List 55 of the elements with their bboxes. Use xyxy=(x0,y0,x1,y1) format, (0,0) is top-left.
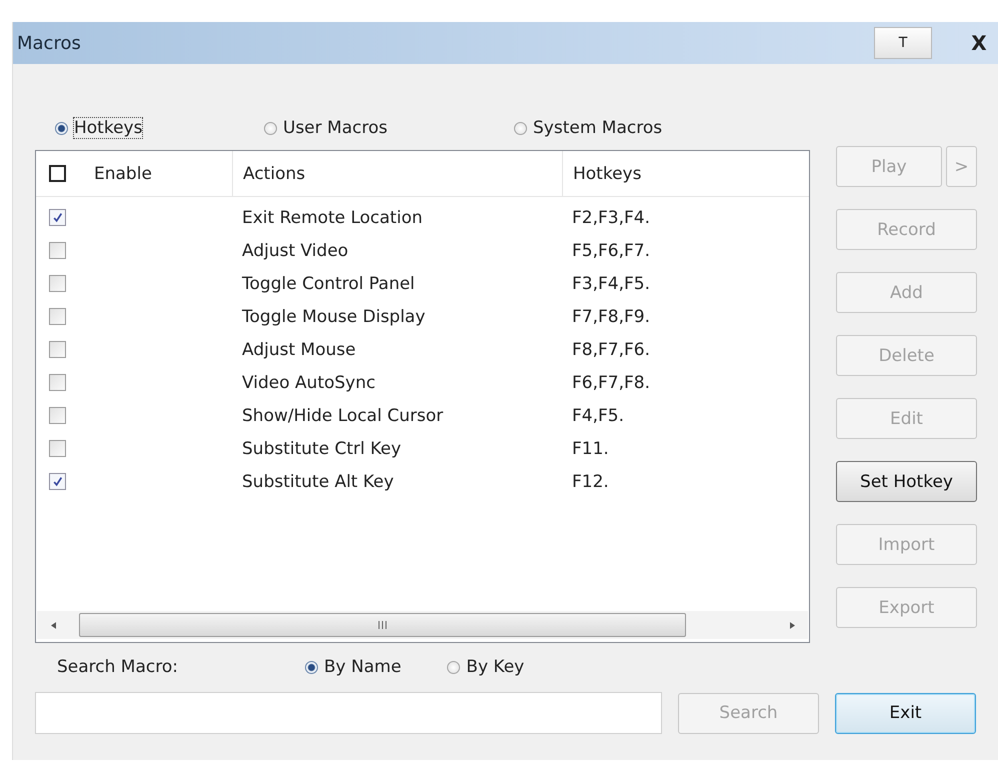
grip-icon xyxy=(378,621,387,629)
table-cell: F8,F7,F6. xyxy=(572,340,650,360)
table-cell: Substitute Ctrl Key xyxy=(242,438,402,458)
checkbox[interactable] xyxy=(49,209,66,226)
checkmark-icon xyxy=(52,212,63,223)
radio-button[interactable] xyxy=(305,660,318,674)
close-button[interactable]: X xyxy=(966,27,992,59)
horizontal-scrollbar[interactable] xyxy=(37,611,808,639)
radio-option[interactable]: Hotkeys xyxy=(55,118,264,138)
table-cell: Exit Remote Location xyxy=(242,208,422,228)
column-header: Hotkeys xyxy=(573,164,642,184)
checkbox[interactable] xyxy=(49,308,66,325)
pin-button[interactable]: T xyxy=(874,27,932,59)
table-cell: F4,F5. xyxy=(572,406,624,426)
column-header: Actions xyxy=(243,164,306,184)
table-cell: Adjust Video xyxy=(242,240,348,260)
table-cell: F12. xyxy=(572,472,609,492)
table-cell: Toggle Control Panel xyxy=(242,274,415,294)
table-cell: F5,F6,F7. xyxy=(572,240,650,260)
checkbox[interactable] xyxy=(49,473,66,490)
table-cell: Toggle Mouse Display xyxy=(242,306,426,326)
search-label: Search Macro: xyxy=(57,657,179,677)
radio-button[interactable] xyxy=(264,122,277,134)
table-cell: F7,F8,F9. xyxy=(572,306,650,326)
table-cell: Video AutoSync xyxy=(242,372,376,392)
radio-button[interactable] xyxy=(55,122,68,134)
radio-option[interactable]: System Macros xyxy=(514,118,662,138)
table-cell: F6,F7,F8. xyxy=(572,372,650,392)
checkbox[interactable] xyxy=(49,275,66,292)
checkbox[interactable] xyxy=(49,374,66,391)
table-cell: Adjust Mouse xyxy=(242,340,356,360)
window-title: Macros xyxy=(17,32,81,54)
checkbox[interactable] xyxy=(49,165,66,182)
exit-button[interactable]: Exit xyxy=(835,692,976,734)
scrollbar-thumb[interactable] xyxy=(79,613,686,637)
table-cell: F3,F4,F5. xyxy=(572,274,650,294)
checkbox[interactable] xyxy=(49,407,66,424)
scroll-right-icon[interactable] xyxy=(790,622,794,628)
radio-button[interactable] xyxy=(447,660,460,674)
search-field[interactable] xyxy=(35,692,662,734)
table-cell: Show/Hide Local Cursor xyxy=(242,406,444,426)
radio-button[interactable] xyxy=(514,122,527,134)
radio-option[interactable]: By Name xyxy=(305,657,402,677)
radio-option[interactable]: User Macros xyxy=(264,118,514,138)
table-cell: F2,F3,F4. xyxy=(572,208,650,228)
table-cell: F11. xyxy=(572,438,609,458)
checkmark-icon xyxy=(52,476,63,487)
table-cell: Substitute Alt Key xyxy=(242,472,394,492)
action-button[interactable]: Set Hotkey xyxy=(836,461,977,502)
column-header: Enable xyxy=(94,164,152,184)
checkbox[interactable] xyxy=(49,341,66,358)
scroll-left-icon[interactable] xyxy=(50,622,56,628)
checkbox[interactable] xyxy=(49,440,66,457)
radio-option[interactable]: By Key xyxy=(447,657,524,677)
checkbox[interactable] xyxy=(49,242,66,259)
